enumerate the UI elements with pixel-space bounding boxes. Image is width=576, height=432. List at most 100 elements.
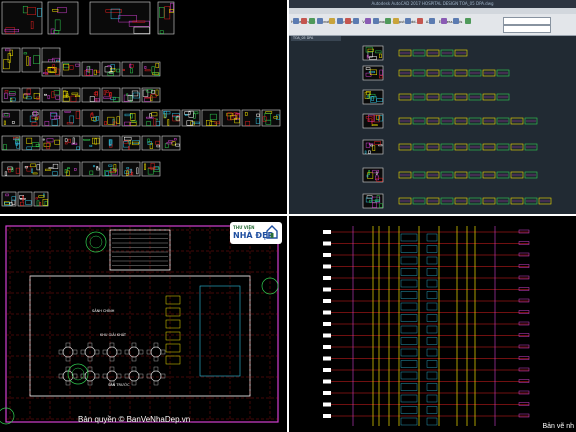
chair <box>72 373 78 379</box>
window-opening <box>426 291 438 299</box>
level-tag <box>518 379 530 383</box>
tree-symbol <box>89 235 103 249</box>
corner-watermark: Bản vẽ nh <box>542 423 574 430</box>
level-tag <box>518 333 530 337</box>
view-icon[interactable] <box>465 18 471 24</box>
level-marker <box>323 333 331 338</box>
rotate-tool-icon[interactable] <box>353 18 359 24</box>
drawing-sheet <box>161 135 181 151</box>
text-tool-icon[interactable] <box>365 18 371 24</box>
window-opening <box>426 348 438 357</box>
chair <box>116 349 122 355</box>
window-opening <box>400 245 418 253</box>
window-opening <box>400 406 418 414</box>
chair <box>124 373 130 379</box>
group-tool-icon[interactable] <box>429 18 435 24</box>
move-tool-icon[interactable] <box>329 18 335 24</box>
logo-small-text: THƯ VIỆN <box>233 225 255 230</box>
dining-table <box>128 370 140 382</box>
window-opening <box>400 337 418 345</box>
clipboard-icon[interactable] <box>453 18 459 24</box>
dimension-tool-icon[interactable] <box>373 18 379 24</box>
chair <box>131 342 137 348</box>
chair <box>153 342 159 348</box>
level-tag <box>518 287 530 291</box>
level-marker <box>323 391 331 395</box>
dining-table <box>106 370 118 382</box>
window-opening <box>400 233 418 242</box>
measure-tool-icon[interactable] <box>417 18 423 24</box>
sheet-overview-panel <box>0 0 287 214</box>
polyline-tool-icon[interactable] <box>301 18 307 24</box>
level-marker <box>323 230 331 234</box>
insert-block-icon[interactable] <box>393 18 399 24</box>
chair <box>160 373 166 379</box>
chair <box>102 373 108 379</box>
window-opening <box>426 417 438 426</box>
level-tag <box>518 356 530 360</box>
window-opening <box>400 314 418 322</box>
library-logo: THƯ VIỆN NHÀ ĐẸP <box>230 222 282 244</box>
window-opening <box>400 291 418 299</box>
level-tag <box>518 321 530 326</box>
drawing-sheet <box>81 109 101 127</box>
level-marker <box>323 368 331 372</box>
booth <box>165 307 181 317</box>
floor-plan-drawing: SẢNH CHÍNH KHU GIẢI KHÁT SÂN TRƯỚC <box>0 225 279 425</box>
level-tag <box>518 310 530 314</box>
floor-plan-panel: SẢNH CHÍNH KHU GIẢI KHÁT SÂN TRƯỚC THƯ VIỆ… <box>0 216 287 432</box>
level-marker <box>323 345 331 349</box>
stretch-tool-icon[interactable] <box>345 18 351 24</box>
chair <box>131 356 137 362</box>
chair <box>131 366 137 372</box>
booth <box>165 355 181 365</box>
color-dropdown[interactable] <box>503 25 551 33</box>
level-marker <box>323 414 331 418</box>
file-tab[interactable]: TOA_05 DPA <box>291 36 341 41</box>
model-space-drawing[interactable] <box>289 44 576 214</box>
window-opening <box>426 268 438 276</box>
level-marker <box>323 356 331 361</box>
circle-tool-icon[interactable] <box>309 18 315 24</box>
layer-dropdown[interactable] <box>503 17 551 25</box>
window-opening <box>400 360 418 368</box>
chair <box>102 349 108 355</box>
window-opening <box>426 337 438 345</box>
match-properties-icon[interactable] <box>405 18 411 24</box>
utilities-icon[interactable] <box>441 18 447 24</box>
drawing-sheet <box>21 47 41 73</box>
arc-tool-icon[interactable] <box>317 18 323 24</box>
chair <box>80 349 86 355</box>
booth <box>165 331 181 341</box>
level-marker <box>323 310 331 315</box>
level-marker <box>323 322 331 326</box>
layer-properties-icon[interactable] <box>385 18 391 24</box>
sheet-overview-drawing <box>1 1 281 207</box>
autocad-window-panel: Autodesk AutoCAD 2017 HOSPITAL DESIGN TO… <box>289 0 576 214</box>
window-opening <box>426 394 438 403</box>
chair <box>153 366 159 372</box>
window-opening <box>400 302 418 311</box>
line-tool-icon[interactable] <box>293 18 299 24</box>
window-opening <box>426 233 438 242</box>
window-opening <box>400 394 418 403</box>
tree-symbol <box>85 231 107 253</box>
stair-core <box>109 229 171 271</box>
outer-wall <box>5 225 279 423</box>
booth <box>165 319 181 329</box>
window-opening <box>426 406 438 414</box>
level-tag <box>518 229 530 234</box>
window-opening <box>426 383 438 391</box>
chair <box>131 380 137 386</box>
level-marker <box>323 253 331 257</box>
chair <box>146 349 152 355</box>
copy-tool-icon[interactable] <box>337 18 343 24</box>
window-opening <box>400 268 418 276</box>
chair <box>124 349 130 355</box>
level-tag <box>518 252 530 257</box>
window-opening <box>426 302 438 311</box>
window-opening <box>426 245 438 253</box>
chair <box>65 356 71 362</box>
dining-table <box>62 346 74 358</box>
level-tag <box>518 344 530 349</box>
